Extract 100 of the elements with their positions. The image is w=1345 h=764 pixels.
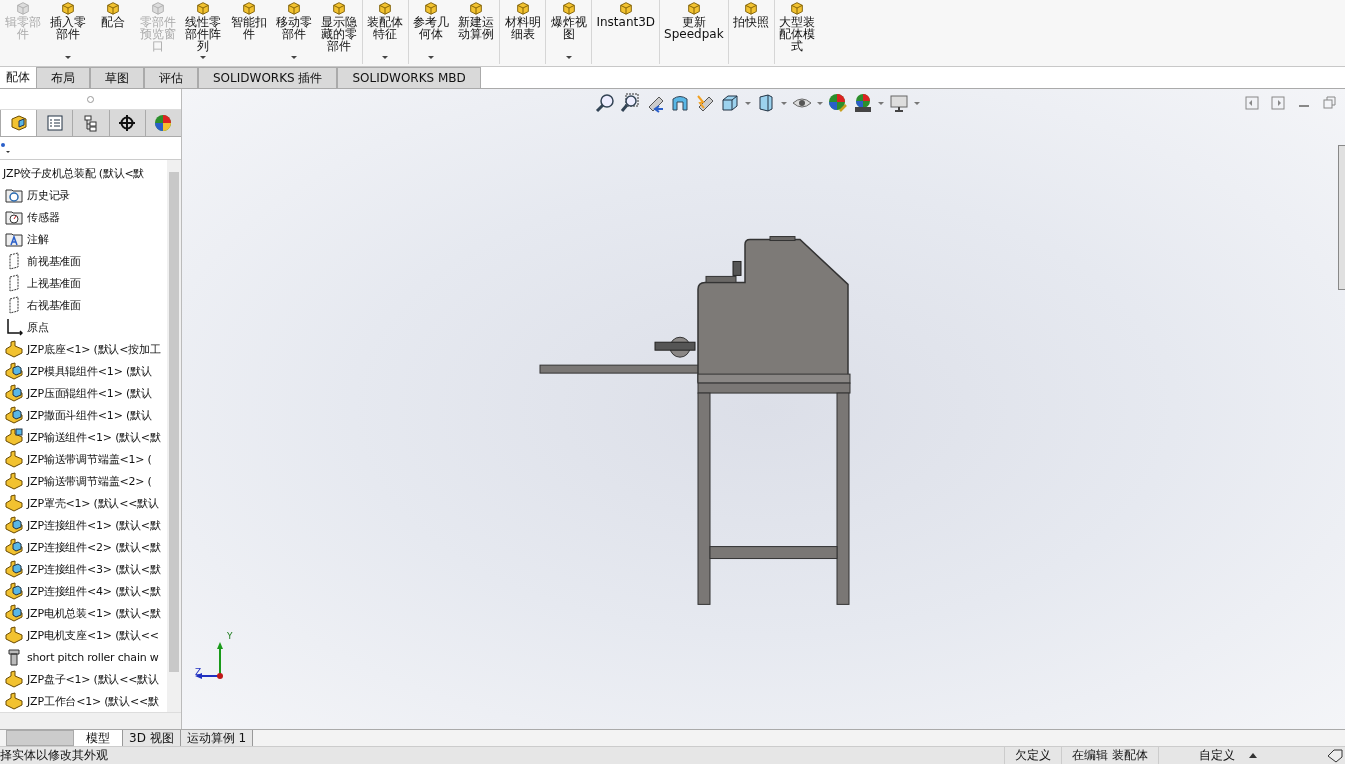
ribbon-button[interactable]: 插入零部件 [45, 0, 91, 64]
ribbon-tab[interactable]: 布局 [36, 67, 90, 88]
tag-icon[interactable] [1327, 748, 1343, 763]
vertical-scrollbar[interactable] [167, 160, 181, 712]
ribbon-button[interactable]: 显示隐藏的零部件 [316, 0, 363, 64]
ribbon-button[interactable]: 拍快照 [728, 0, 775, 64]
display-style-icon[interactable] [756, 93, 776, 113]
tree-item[interactable]: 上视基准面 [27, 275, 81, 291]
tree-item[interactable]: JZP工作台<1> (默认<<默 [27, 693, 159, 709]
gauge-folder-icon [5, 208, 23, 226]
tree-item[interactable]: JZP撒面斗组件<1> (默认 [27, 407, 152, 423]
cube-icon [685, 0, 702, 16]
appearance-icon[interactable] [828, 93, 848, 113]
ribbon-button[interactable]: 更新 Speedpak [660, 0, 729, 64]
assembly-icon [5, 604, 23, 622]
part-icon [5, 626, 23, 644]
tree-item[interactable]: JZP连接组件<2> (默认<默 [27, 539, 161, 555]
tree-item[interactable]: JZP输送组件<1> (默认<默 [27, 429, 161, 445]
tree-icon [82, 114, 100, 132]
part-icon [5, 450, 23, 468]
view-cube-icon[interactable] [720, 93, 740, 113]
ribbon-button[interactable]: 装配体特征 [362, 0, 409, 64]
scene-icon[interactable] [853, 93, 873, 113]
ribbon-button[interactable]: 材料明细表 [500, 0, 547, 64]
ribbon-button[interactable]: 新建运动算例 [453, 0, 501, 64]
horizontal-scrollbar[interactable] [0, 712, 181, 729]
part-icon [5, 340, 23, 358]
tree-item[interactable]: JZP连接组件<4> (默认<默 [27, 583, 161, 599]
ribbon-tab[interactable]: 评估 [144, 67, 198, 88]
model-view-tab[interactable]: 模型 [74, 730, 123, 746]
history-folder-icon [5, 186, 23, 204]
status-field: 欠定义 [1004, 747, 1062, 764]
ribbon-button[interactable]: 爆炸视图 [546, 0, 593, 64]
filter-icon[interactable] [1, 142, 11, 154]
ribbon-button[interactable]: 移动零部件 [271, 0, 317, 64]
cube-icon [14, 0, 31, 16]
monitor-icon[interactable] [889, 93, 909, 113]
annotation-view-icon[interactable] [695, 93, 715, 113]
tree-item[interactable]: JZP电机支座<1> (默认<< [27, 627, 159, 643]
model-view-tab[interactable]: 运动算例 1 [180, 730, 254, 746]
annotation-folder-icon [5, 230, 23, 248]
tree-item[interactable]: JZP模具辊组件<1> (默认 [27, 363, 152, 379]
caret-icon [290, 56, 297, 59]
sphere-icon [154, 114, 173, 132]
cube-icon [514, 0, 531, 16]
tree-item[interactable]: 历史记录 [27, 187, 71, 203]
ribbon-button[interactable]: 智能扣件 [225, 0, 272, 64]
tree-item[interactable]: JZP连接组件<3> (默认<默 [27, 561, 161, 577]
origin-icon [5, 318, 23, 336]
ribbon-button[interactable]: 线性零部件阵列 [180, 0, 226, 64]
panel-tab[interactable] [72, 110, 109, 136]
list-icon [45, 114, 64, 132]
ribbon-button[interactable]: 参考几何体 [408, 0, 454, 64]
cube-icon [195, 0, 212, 16]
cube-icon [560, 0, 577, 16]
status-field: 在编辑 装配体 [1061, 747, 1158, 764]
model-view-tab[interactable]: 3D 视图 [123, 730, 181, 746]
section-view-icon[interactable] [670, 93, 690, 113]
cube-icon [423, 0, 440, 16]
tree-item[interactable]: 原点 [27, 319, 49, 335]
assembly-icon [5, 516, 23, 534]
tree-item[interactable]: JZP压面辊组件<1> (默认 [27, 385, 152, 401]
cube-icon [240, 0, 257, 16]
zoom-area-icon[interactable] [620, 93, 640, 113]
panel-tab[interactable] [108, 110, 145, 136]
cube-icon [9, 114, 28, 132]
task-pane-tabs[interactable] [1338, 145, 1345, 290]
tree-item[interactable]: JZP输送带调节端盖<1> ( [27, 451, 152, 467]
assembly-icon [5, 428, 23, 446]
assembly-icon [5, 362, 23, 380]
assembly-icon [5, 560, 23, 578]
next-window-icon[interactable] [1271, 96, 1285, 110]
tree-item[interactable]: JZP底座<1> (默认<按加工 [27, 341, 161, 357]
tree-item[interactable]: JZP盘子<1> (默认<<默认 [27, 671, 159, 687]
tree-item[interactable]: 右视基准面 [27, 297, 81, 313]
crosshair-icon [118, 114, 137, 132]
tree-item[interactable]: JZP输送带调节端盖<2> ( [27, 473, 152, 489]
caret-icon[interactable] [1249, 753, 1257, 758]
ribbon-tab[interactable]: SOLIDWORKS 插件 [198, 67, 338, 88]
caret-icon [200, 56, 207, 59]
ribbon-button[interactable]: 大型装配体模式 [774, 0, 820, 64]
zoom-fit-icon[interactable] [595, 93, 615, 113]
bolt-icon [5, 648, 23, 666]
tree-item[interactable]: JZP连接组件<1> (默认<默 [27, 517, 161, 533]
tree-item[interactable]: 传感器 [27, 209, 60, 225]
ribbon-button[interactable]: 配合 [90, 0, 136, 64]
tree-item[interactable]: JZP罩壳<1> (默认<<默认 [27, 495, 159, 511]
ribbon-button[interactable]: Instant3D [592, 0, 661, 64]
ribbon-tab[interactable]: 草图 [90, 67, 144, 88]
cube-icon [789, 0, 806, 16]
assembly-icon [5, 384, 23, 402]
tree-item[interactable]: 前视基准面 [27, 253, 81, 269]
part-icon [5, 670, 23, 688]
tree-item[interactable]: 注解 [27, 231, 49, 247]
ribbon-tab[interactable]: SOLIDWORKS MBD [337, 67, 481, 88]
part-icon [5, 494, 23, 512]
previous-window-icon[interactable] [1245, 96, 1259, 110]
tree-item[interactable]: short pitch roller chain w [27, 650, 159, 664]
tree-item[interactable]: JZP电机总装<1> (默认<默 [27, 605, 161, 621]
tree-item[interactable]: JZP饺子皮机总装配 (默认<默 [3, 165, 145, 181]
